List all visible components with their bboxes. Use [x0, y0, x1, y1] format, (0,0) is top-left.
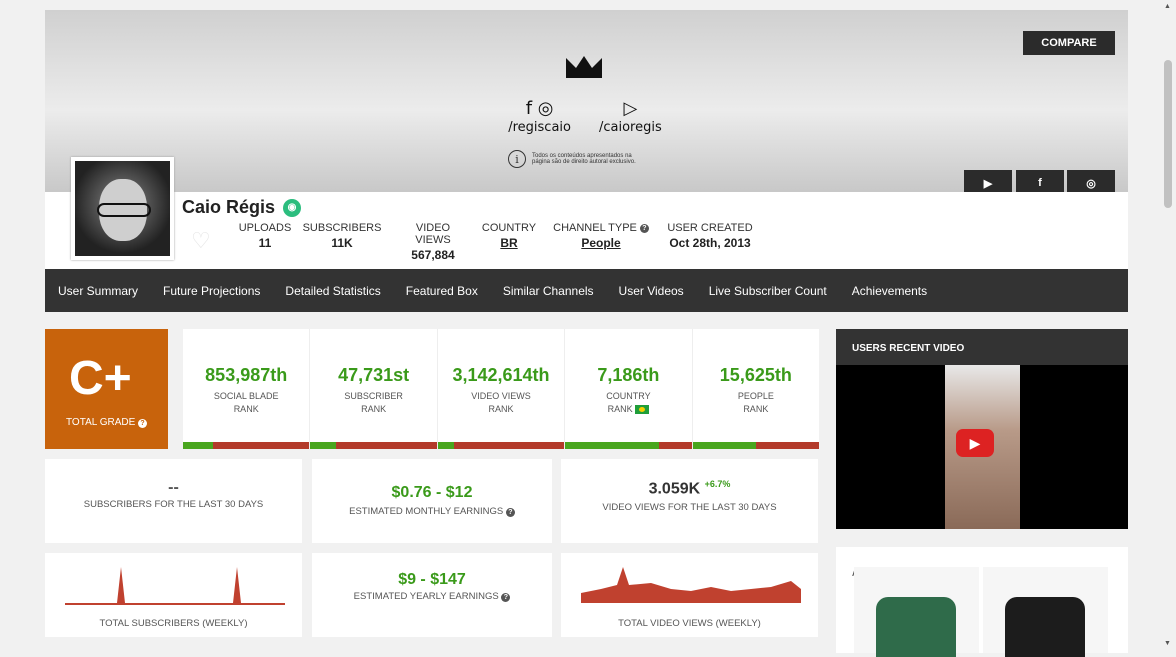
stat-subscribers: SUBSCRIBERS 11K [302, 222, 382, 250]
nav-user-videos[interactable]: User Videos [619, 284, 684, 298]
favorite-heart-icon[interactable]: ♡ [191, 228, 211, 254]
facebook-icon: f [1038, 177, 1042, 189]
rank-bar [183, 442, 310, 449]
avatar [71, 157, 174, 260]
nav-detailed-statistics[interactable]: Detailed Statistics [285, 284, 380, 298]
recent-video-panel: USERS RECENT VIDEO ▶ [836, 329, 1128, 529]
youtube-handle: ▷ /caioregis [599, 98, 662, 135]
stat-video-views: VIDEO VIEWS 567,884 [411, 222, 455, 262]
help-icon[interactable]: ? [639, 223, 649, 233]
rank-bar [565, 442, 692, 449]
banner-copyright: i Todos os conteúdos apresentados na pági… [508, 150, 668, 168]
subscribers-30-days: -- SUBSCRIBERS FOR THE LAST 30 DAYS [45, 459, 302, 543]
subscribers-sparkline [65, 567, 285, 605]
youtube-outline-icon: ▷ [623, 98, 638, 119]
verified-icon: ◉ [283, 198, 302, 217]
scroll-down-icon[interactable]: ▼ [1164, 640, 1171, 647]
ad-product-image[interactable] [854, 567, 979, 657]
facebook-handle-text: /regiscaio [508, 120, 571, 135]
ad-product-image[interactable] [983, 567, 1108, 657]
banner-socials: f ◎ /regiscaio ▷ /caioregis [505, 98, 665, 135]
nav-live-subscriber-count[interactable]: Live Subscriber Count [709, 284, 827, 298]
facebook-handle: f ◎ /regiscaio [508, 98, 571, 135]
nav-featured-box[interactable]: Featured Box [406, 284, 478, 298]
weekly-subscribers-chart: TOTAL SUBSCRIBERS (WEEKLY) [45, 553, 302, 637]
grade-value: C+ [69, 352, 132, 405]
crown-icon [566, 56, 602, 78]
nav-similar-channels[interactable]: Similar Channels [503, 284, 594, 298]
rank-people: 15,625th PEOPLE RANK [692, 329, 820, 449]
stat-uploads: UPLOADS 11 [238, 222, 292, 250]
youtube-icon: ▶ [983, 177, 993, 190]
rank-social-blade: 853,987th SOCIAL BLADE RANK [183, 329, 311, 449]
nav-user-summary[interactable]: User Summary [58, 284, 138, 298]
rank-bar [437, 442, 565, 449]
video-views-30-days: 3.059K +6.7% VIDEO VIEWS FOR THE LAST 30… [561, 459, 818, 543]
rank-subscriber: 47,731st SUBSCRIBER RANK [310, 329, 438, 449]
channel-type-link[interactable]: People [551, 236, 651, 250]
views-sparkline [581, 567, 801, 603]
info-icon: i [508, 150, 526, 168]
stat-channel-type: CHANNEL TYPE ? People [551, 222, 651, 250]
total-grade-box: C+ TOTAL GRADE ? [45, 329, 168, 449]
stat-country: COUNTRY BR [481, 222, 537, 250]
scrollbar[interactable]: ▲ ▼ [1160, 0, 1176, 653]
stat-user-created: USER CREATED Oct 28th, 2013 [667, 222, 753, 250]
weekly-views-chart: TOTAL VIDEO VIEWS (WEEKLY) [561, 553, 818, 637]
youtube-handle-text: /caioregis [599, 120, 662, 135]
help-icon[interactable]: ? [505, 508, 515, 517]
recent-video-header: USERS RECENT VIDEO [836, 329, 1128, 365]
rank-country: 7,186th COUNTRY RANK [565, 329, 693, 449]
copyright-text: Todos os conteúdos apresentados na página… [532, 153, 636, 165]
rank-bar [310, 442, 437, 449]
channel-name: Caio Régis ◉ [182, 197, 302, 218]
rank-video-views: 3,142,614th VIDEO VIEWS RANK [437, 329, 566, 449]
facebook-instagram-icon: f ◎ [525, 98, 554, 119]
scroll-up-icon[interactable]: ▲ [1164, 3, 1171, 10]
section-nav: User Summary Future Projections Detailed… [45, 269, 1128, 312]
ad-panel[interactable]: AD ⓘ✕ [836, 547, 1128, 657]
scroll-thumb[interactable] [1164, 60, 1172, 208]
ranks-panel: 853,987th SOCIAL BLADE RANK 47,731st SUBS… [183, 329, 820, 449]
channel-banner: f ◎ /regiscaio ▷ /caioregis i Todos os c… [45, 10, 1128, 196]
rank-bar [692, 442, 820, 449]
instagram-icon: ◎ [1086, 177, 1096, 190]
nav-future-projections[interactable]: Future Projections [163, 284, 260, 298]
play-icon[interactable]: ▶ [956, 429, 994, 457]
monthly-earnings: $0.76 - $12 ESTIMATED MONTHLY EARNINGS ? [312, 459, 552, 543]
help-icon[interactable]: ? [138, 419, 148, 428]
brazil-flag-icon [635, 405, 650, 415]
nav-achievements[interactable]: Achievements [852, 284, 927, 298]
compare-button[interactable]: COMPARE [1023, 31, 1115, 55]
channel-name-text: Caio Régis [182, 197, 276, 217]
grade-label: TOTAL GRADE ? [66, 417, 148, 428]
avatar-glasses [97, 203, 151, 217]
yearly-earnings: $9 - $147 ESTIMATED YEARLY EARNINGS ? [312, 553, 552, 637]
country-link[interactable]: BR [482, 236, 536, 250]
help-icon[interactable]: ? [501, 593, 511, 602]
